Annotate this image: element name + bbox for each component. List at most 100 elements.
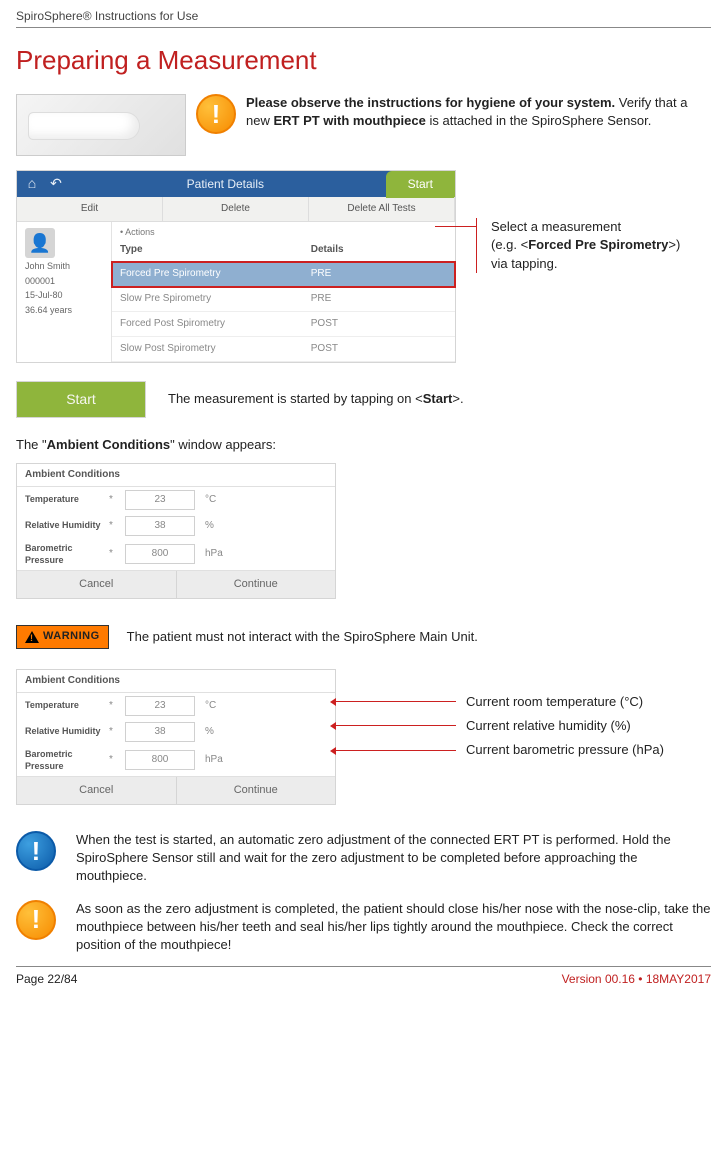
lbl-temp-2: Temperature (25, 699, 103, 712)
footer-rule (16, 966, 711, 967)
field-press-1[interactable]: 800 (125, 544, 195, 564)
ambient-title-1: Ambient Conditions (17, 464, 335, 487)
pd-topbar: ⌂ ↶ Patient Details Start (17, 171, 455, 197)
start-button-image[interactable]: Start (16, 381, 146, 419)
ambient-row-temp-2: Temperature * 23 °C (17, 693, 335, 719)
unit-press-1: hPa (205, 547, 223, 561)
field-temp-1[interactable]: 23 (125, 490, 195, 510)
field-hum-1[interactable]: 38 (125, 516, 195, 536)
callout-l1: Select a measurement (491, 218, 680, 236)
lbl-press-1: Barometric Pressure (25, 542, 103, 567)
col-details: Details (311, 243, 447, 257)
toolbar-delete[interactable]: Delete (163, 197, 309, 221)
pd-sidebar: 👤 John Smith 000001 15-Jul-80 36.64 year… (17, 222, 112, 362)
back-icon[interactable]: ↶ (47, 175, 65, 193)
toolbar-delete-all[interactable]: Delete All Tests (309, 197, 455, 221)
start-text: The measurement is started by tapping on… (168, 390, 464, 408)
pd-cols: Type Details (112, 239, 455, 262)
callout-l2c: >) (668, 237, 680, 252)
arrow-icon (336, 750, 456, 751)
lbl-press-2: Barometric Pressure (25, 748, 103, 773)
home-icon[interactable]: ⌂ (23, 175, 41, 193)
page-title: Preparing a Measurement (16, 42, 711, 78)
lbl-temp-1: Temperature (25, 493, 103, 506)
field-press-2[interactable]: 800 (125, 750, 195, 770)
ambient-title-2: Ambient Conditions (17, 670, 335, 693)
measurement-row-slow-post[interactable]: Slow Post Spirometry POST (112, 337, 455, 362)
ambient-intro: The "Ambient Conditions" window appears: (16, 436, 711, 454)
field-temp-2[interactable]: 23 (125, 696, 195, 716)
ambient-intro-b: Ambient Conditions (47, 437, 171, 452)
note-1: When the test is started, an automatic z… (76, 831, 711, 886)
ambient-screenshot-1: Ambient Conditions Temperature * 23 °C R… (16, 463, 336, 600)
hygiene-text: Please observe the instructions for hygi… (246, 94, 711, 130)
ambient-intro-a: The " (16, 437, 47, 452)
req-star: * (109, 753, 119, 767)
note-2: As soon as the zero adjustment is comple… (76, 900, 711, 955)
measurement-row-forced-post[interactable]: Forced Post Spirometry POST (112, 312, 455, 337)
arrow-icon (336, 725, 456, 726)
pd-id: 000001 (25, 275, 103, 288)
measurement-row-slow-pre[interactable]: Slow Pre Spirometry PRE (112, 287, 455, 312)
unit-temp-2: °C (205, 699, 216, 713)
req-star: * (109, 519, 119, 533)
ambient-row-press-1: Barometric Pressure * 800 hPa (17, 539, 335, 570)
row0-type: Forced Pre Spirometry (120, 267, 311, 281)
callout-l3: via tapping. (491, 255, 680, 273)
row1-details: PRE (311, 292, 447, 306)
start-tab[interactable]: Start (386, 171, 455, 198)
patient-details-screenshot: ⌂ ↶ Patient Details Start Edit Delete De… (16, 170, 456, 363)
row2-type: Forced Post Spirometry (120, 317, 311, 331)
toolbar-edit[interactable]: Edit (17, 197, 163, 221)
alert-icon: ! (196, 94, 236, 134)
hygiene-bold1: Please observe the instructions for hygi… (246, 95, 615, 110)
pd-dob: 15-Jul-80 (25, 289, 103, 302)
measurement-row-forced-pre[interactable]: Forced Pre Spirometry PRE (112, 262, 455, 287)
field-hum-2[interactable]: 38 (125, 722, 195, 742)
pd-title: Patient Details (65, 176, 386, 193)
ambient-row-hum-1: Relative Humidity * 38 % (17, 513, 335, 539)
warning-triangle-icon (25, 631, 39, 643)
warning-badge: WARNING (16, 625, 109, 648)
sensor-image (16, 94, 186, 156)
continue-button-1[interactable]: Continue (177, 571, 336, 598)
ambient-screenshot-2: Ambient Conditions Temperature * 23 °C R… (16, 669, 336, 806)
start-text-a: The measurement is started by tapping on… (168, 391, 423, 406)
callout-l2a: (e.g. < (491, 237, 528, 252)
lbl-hum-2: Relative Humidity (25, 725, 103, 738)
req-star: * (109, 725, 119, 739)
doc-header: SpiroSphere® Instructions for Use (16, 8, 711, 25)
annot-temp: Current room temperature (°C) (466, 693, 643, 711)
annot-hum: Current relative humidity (%) (466, 717, 631, 735)
unit-hum-2: % (205, 725, 214, 739)
avatar-icon: 👤 (25, 228, 55, 258)
hygiene-bold2: ERT PT with mouthpiece (273, 113, 425, 128)
ambient-row-temp-1: Temperature * 23 °C (17, 487, 335, 513)
header-rule (16, 27, 711, 28)
ambient-row-hum-2: Relative Humidity * 38 % (17, 719, 335, 745)
arrow-icon (336, 701, 456, 702)
req-star: * (109, 493, 119, 507)
row3-details: POST (311, 342, 447, 356)
continue-button-2[interactable]: Continue (177, 777, 336, 804)
unit-hum-1: % (205, 519, 214, 533)
start-text-c: >. (452, 391, 463, 406)
actions-label: Actions (125, 227, 155, 237)
pd-name: John Smith (25, 260, 103, 273)
ambient-annotations: Current room temperature (°C) Current re… (336, 669, 711, 766)
info-icon: ! (16, 831, 56, 871)
alert-icon: ! (16, 900, 56, 940)
page-number: Page 22/84 (16, 971, 77, 988)
version: Version 00.16 • 18MAY2017 (562, 971, 711, 988)
req-star: * (109, 699, 119, 713)
warning-text: The patient must not interact with the S… (127, 628, 478, 646)
row0-details: PRE (311, 267, 447, 281)
cancel-button-1[interactable]: Cancel (17, 571, 177, 598)
ambient-intro-c: " window appears: (170, 437, 276, 452)
row2-details: POST (311, 317, 447, 331)
pd-toolbar: Edit Delete Delete All Tests (17, 197, 455, 222)
hygiene-rest2: is attached in the SpiroSphere Sensor. (426, 113, 651, 128)
ambient-row-press-2: Barometric Pressure * 800 hPa (17, 745, 335, 776)
row1-type: Slow Pre Spirometry (120, 292, 311, 306)
cancel-button-2[interactable]: Cancel (17, 777, 177, 804)
